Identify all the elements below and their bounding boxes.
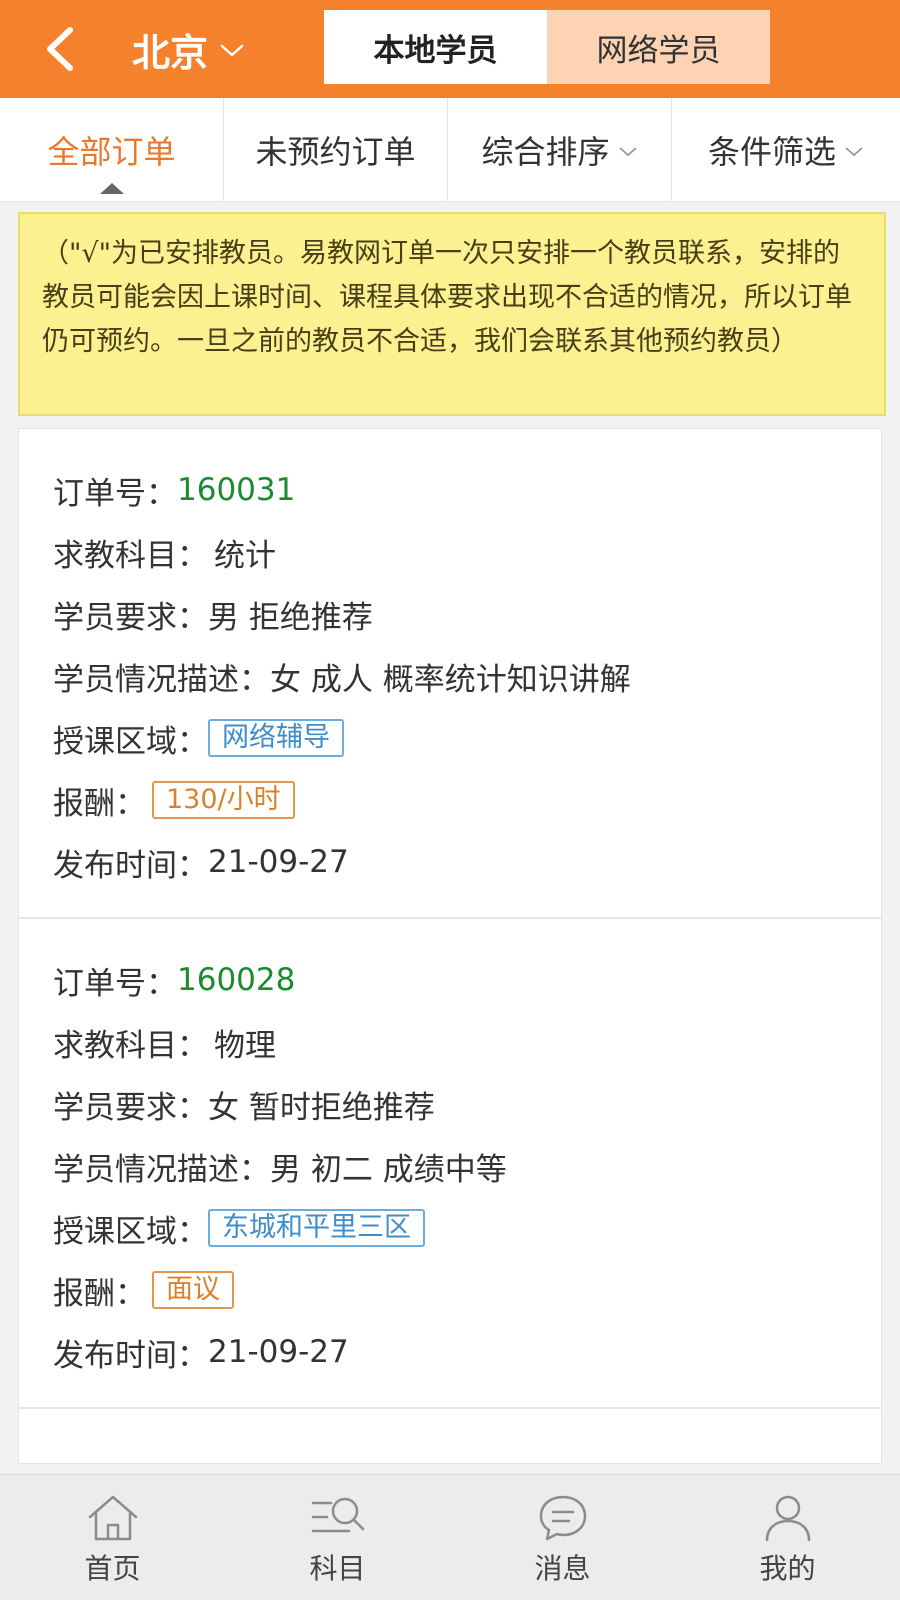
published-date: 21-09-27 bbox=[208, 844, 349, 880]
published-row: 发布时间： 21-09-27 bbox=[19, 831, 881, 893]
order-number-label: 订单号： bbox=[53, 475, 177, 512]
back-button[interactable] bbox=[34, 22, 84, 76]
order-number-row: 订单号： 160031 bbox=[19, 459, 881, 521]
area-label: 授课区域： bbox=[53, 1213, 208, 1250]
subject-value: 统计 bbox=[214, 537, 276, 574]
user-icon bbox=[765, 1495, 810, 1542]
tab-label: 未预约订单 bbox=[255, 133, 416, 171]
requirement-label: 学员要求： bbox=[53, 1089, 208, 1126]
tab-sort[interactable]: 综合排序 bbox=[448, 98, 672, 202]
top-bar: 北京 本地学员 网络学员 bbox=[0, 0, 900, 98]
description-value: 男 初二 成绩中等 bbox=[270, 1151, 507, 1188]
area-tag: 网络辅导 bbox=[208, 719, 344, 757]
published-row: 发布时间： 21-09-27 bbox=[19, 1321, 881, 1383]
nav-label: 消息 bbox=[534, 1552, 591, 1585]
description-label: 学员情况描述： bbox=[53, 661, 270, 698]
tab-label: 综合排序 bbox=[481, 133, 610, 171]
subject-value: 物理 bbox=[214, 1027, 276, 1064]
notice-banner: （"√"为已安排教员。易教网订单一次只安排一个教员联系，安排的教员可能会因上课时… bbox=[18, 212, 886, 416]
published-label: 发布时间： bbox=[53, 847, 208, 884]
student-type-toggle: 本地学员 网络学员 bbox=[324, 10, 770, 84]
nav-subjects[interactable]: 科目 bbox=[225, 1475, 450, 1600]
requirement-row: 学员要求： 女 暂时拒绝推荐 bbox=[19, 1073, 881, 1135]
description-row: 学员情况描述： 男 初二 成绩中等 bbox=[19, 1135, 881, 1197]
subject-row: 求教科目： 统计 bbox=[19, 521, 881, 583]
nav-label: 首页 bbox=[84, 1552, 141, 1585]
chevron-down-icon bbox=[845, 147, 863, 157]
pay-label: 报酬： bbox=[53, 785, 146, 822]
nav-label: 我的 bbox=[759, 1552, 816, 1585]
published-label: 发布时间： bbox=[53, 1337, 208, 1374]
nav-messages[interactable]: 消息 bbox=[450, 1475, 675, 1600]
order-number-label: 订单号： bbox=[53, 965, 177, 1002]
active-tab-indicator bbox=[99, 183, 124, 194]
tab-label: 条件筛选 bbox=[707, 133, 836, 171]
tab-unbooked-orders[interactable]: 未预约订单 bbox=[224, 98, 448, 202]
order-card[interactable]: 订单号： 160031 求教科目： 统计 学员要求： 男 拒绝推荐 学员情况描述… bbox=[19, 429, 881, 919]
area-row: 授课区域： 东城和平里三区 bbox=[19, 1197, 881, 1259]
order-number: 160031 bbox=[177, 472, 296, 508]
area-tag: 东城和平里三区 bbox=[208, 1209, 425, 1247]
order-number: 160028 bbox=[177, 962, 296, 998]
chevron-down-icon bbox=[220, 44, 244, 57]
requirement-value: 男 拒绝推荐 bbox=[208, 599, 373, 636]
city-label: 北京 bbox=[132, 30, 209, 75]
home-icon bbox=[88, 1495, 137, 1541]
order-filter-tabs: 全部订单 未预约订单 综合排序 条件筛选 bbox=[0, 98, 900, 202]
description-value: 女 成人 概率统计知识讲解 bbox=[270, 661, 631, 698]
pay-tag: 面议 bbox=[152, 1271, 234, 1309]
city-selector[interactable]: 北京 bbox=[132, 20, 244, 78]
pay-row: 报酬： 面议 bbox=[19, 1259, 881, 1321]
area-label: 授课区域： bbox=[53, 723, 208, 760]
pay-label: 报酬： bbox=[53, 1275, 146, 1312]
local-students-tab[interactable]: 本地学员 bbox=[324, 10, 547, 84]
pay-tag: 130/小时 bbox=[152, 781, 295, 819]
bottom-nav: 首页 科目 消息 我的 bbox=[0, 1474, 900, 1600]
tab-label: 全部订单 bbox=[47, 133, 176, 171]
description-row: 学员情况描述： 女 成人 概率统计知识讲解 bbox=[19, 645, 881, 707]
subject-label: 求教科目： bbox=[53, 1027, 208, 1064]
published-date: 21-09-27 bbox=[208, 1334, 349, 1370]
subject-row: 求教科目： 物理 bbox=[19, 1011, 881, 1073]
requirement-label: 学员要求： bbox=[53, 599, 208, 636]
online-students-tab[interactable]: 网络学员 bbox=[547, 10, 770, 84]
chevron-down-icon bbox=[618, 147, 637, 157]
nav-label: 科目 bbox=[309, 1552, 366, 1585]
pay-row: 报酬： 130/小时 bbox=[19, 769, 881, 831]
order-list: 订单号： 160031 求教科目： 统计 学员要求： 男 拒绝推荐 学员情况描述… bbox=[18, 428, 882, 1464]
description-label: 学员情况描述： bbox=[53, 1151, 270, 1188]
back-arrow-icon bbox=[47, 27, 73, 71]
subject-label: 求教科目： bbox=[53, 537, 208, 574]
requirement-row: 学员要求： 男 拒绝推荐 bbox=[19, 583, 881, 645]
requirement-value: 女 暂时拒绝推荐 bbox=[208, 1089, 435, 1126]
subject-search-icon bbox=[311, 1497, 364, 1533]
tab-all-orders[interactable]: 全部订单 bbox=[0, 98, 224, 202]
message-icon bbox=[539, 1495, 586, 1541]
nav-profile[interactable]: 我的 bbox=[675, 1475, 900, 1600]
order-card[interactable]: 订单号： 160028 求教科目： 物理 学员要求： 女 暂时拒绝推荐 学员情况… bbox=[19, 919, 881, 1409]
nav-home[interactable]: 首页 bbox=[0, 1475, 225, 1600]
order-number-row: 订单号： 160028 bbox=[19, 949, 881, 1011]
tab-filter[interactable]: 条件筛选 bbox=[672, 98, 900, 202]
area-row: 授课区域： 网络辅导 bbox=[19, 707, 881, 769]
